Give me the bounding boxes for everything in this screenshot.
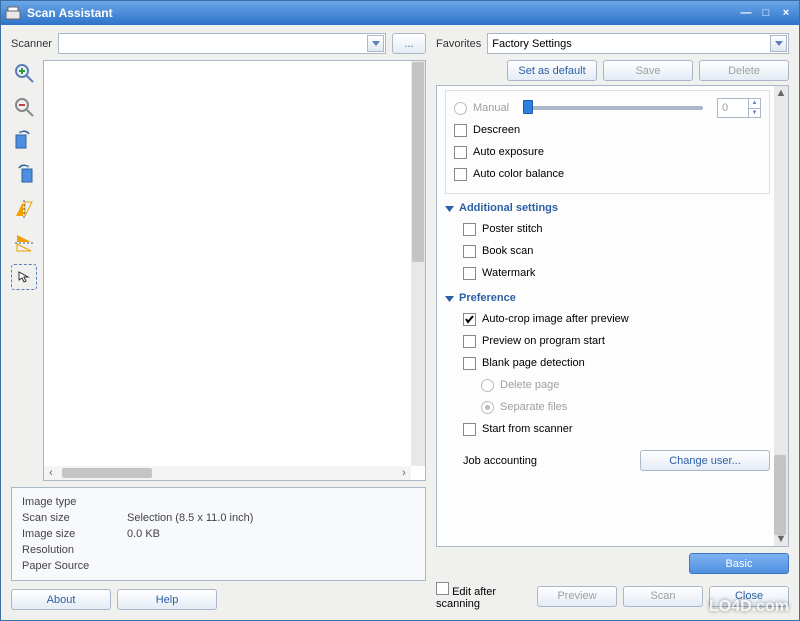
app-icon bbox=[5, 5, 21, 21]
settings-panel: Manual 0▲▼ Descreen Auto exposure Auto c… bbox=[436, 85, 789, 547]
preview-vertical-scrollbar[interactable] bbox=[411, 61, 425, 466]
preview-on-start-label: Preview on program start bbox=[482, 335, 605, 347]
watermark-checkbox[interactable] bbox=[463, 267, 476, 280]
watermark-label: Watermark bbox=[482, 267, 535, 279]
separate-files-radio bbox=[481, 401, 494, 414]
set-default-button[interactable]: Set as default bbox=[507, 60, 597, 81]
scan-size-label: Scan size bbox=[22, 512, 127, 524]
poster-stitch-checkbox[interactable] bbox=[463, 223, 476, 236]
basic-mode-button[interactable]: Basic bbox=[689, 553, 789, 574]
manual-radio bbox=[454, 102, 467, 115]
mirror-horizontal-icon[interactable] bbox=[11, 196, 37, 222]
close-button[interactable]: Close bbox=[709, 586, 789, 607]
titlebar: Scan Assistant — □ × bbox=[1, 1, 799, 25]
descreen-label: Descreen bbox=[473, 124, 520, 136]
manual-slider-knob[interactable] bbox=[523, 100, 533, 114]
settings-vertical-scrollbar[interactable]: ▲ ▼ bbox=[774, 86, 788, 546]
preview-horizontal-thumb[interactable] bbox=[62, 468, 152, 478]
start-from-scanner-checkbox[interactable] bbox=[463, 423, 476, 436]
rotate-right-icon[interactable] bbox=[11, 162, 37, 188]
auto-exposure-checkbox[interactable] bbox=[454, 146, 467, 159]
scan-size-value: Selection (8.5 x 11.0 inch) bbox=[127, 512, 253, 524]
maximize-button[interactable]: □ bbox=[757, 5, 775, 21]
scroll-left-arrow[interactable]: ‹ bbox=[46, 467, 56, 479]
auto-crop-label: Auto-crop image after preview bbox=[482, 313, 629, 325]
auto-crop-checkbox[interactable] bbox=[463, 313, 476, 326]
blank-page-checkbox[interactable] bbox=[463, 357, 476, 370]
help-button[interactable]: Help bbox=[117, 589, 217, 610]
settings-scroll-thumb[interactable] bbox=[774, 455, 786, 535]
paper-source-label: Paper Source bbox=[22, 560, 127, 572]
manual-label: Manual bbox=[473, 102, 509, 114]
auto-exposure-label: Auto exposure bbox=[473, 146, 544, 158]
preview-horizontal-scrollbar[interactable]: ‹ › bbox=[44, 466, 411, 480]
about-button[interactable]: About bbox=[11, 589, 111, 610]
window-title: Scan Assistant bbox=[27, 6, 735, 20]
save-favorite-button[interactable]: Save bbox=[603, 60, 693, 81]
rotate-left-icon[interactable] bbox=[11, 128, 37, 154]
scan-info-panel: Image type Scan sizeSelection (8.5 x 11.… bbox=[11, 487, 426, 581]
job-accounting-label: Job accounting bbox=[463, 455, 537, 467]
scroll-right-arrow[interactable]: › bbox=[399, 467, 409, 479]
change-user-button[interactable]: Change user... bbox=[640, 450, 770, 471]
auto-color-balance-label: Auto color balance bbox=[473, 168, 564, 180]
manual-slider[interactable] bbox=[523, 106, 703, 110]
image-size-value: 0.0 KB bbox=[127, 528, 160, 540]
spin-up-icon[interactable]: ▲ bbox=[749, 99, 760, 109]
edit-after-scanning-checkbox[interactable] bbox=[436, 582, 449, 595]
delete-page-label: Delete page bbox=[500, 379, 559, 391]
favorites-combo[interactable]: Factory Settings bbox=[487, 33, 789, 54]
preview-on-start-checkbox[interactable] bbox=[463, 335, 476, 348]
scanner-browse-button[interactable]: ... bbox=[392, 33, 426, 54]
poster-stitch-label: Poster stitch bbox=[482, 223, 543, 235]
delete-favorite-button[interactable]: Delete bbox=[699, 60, 789, 81]
favorites-dropdown-button[interactable] bbox=[770, 35, 787, 52]
blank-page-label: Blank page detection bbox=[482, 357, 585, 369]
scan-button[interactable]: Scan bbox=[623, 586, 703, 607]
preview-button[interactable]: Preview bbox=[537, 586, 617, 607]
additional-settings-header[interactable]: Additional settings bbox=[445, 202, 770, 214]
auto-color-balance-checkbox[interactable] bbox=[454, 168, 467, 181]
selection-tool-icon[interactable] bbox=[11, 264, 37, 290]
zoom-in-icon[interactable] bbox=[11, 60, 37, 86]
favorites-value: Factory Settings bbox=[492, 38, 571, 50]
book-scan-checkbox[interactable] bbox=[463, 245, 476, 258]
delete-page-radio bbox=[481, 379, 494, 392]
resolution-label: Resolution bbox=[22, 544, 127, 556]
spin-down-icon[interactable]: ▼ bbox=[749, 109, 760, 118]
preview-canvas[interactable]: ‹ › bbox=[43, 60, 426, 481]
favorites-label: Favorites bbox=[436, 38, 481, 50]
separate-files-label: Separate files bbox=[500, 401, 567, 413]
settings-scroll-up[interactable]: ▲ bbox=[775, 87, 787, 99]
scanner-combo[interactable] bbox=[58, 33, 386, 54]
close-window-button[interactable]: × bbox=[777, 5, 795, 21]
minimize-button[interactable]: — bbox=[737, 5, 755, 21]
preference-header[interactable]: Preference bbox=[445, 292, 770, 304]
manual-value-input[interactable]: 0▲▼ bbox=[717, 98, 761, 118]
adjustment-fieldset: Manual 0▲▼ Descreen Auto exposure Auto c… bbox=[445, 90, 770, 194]
scanner-dropdown-button[interactable] bbox=[367, 35, 384, 52]
descreen-checkbox[interactable] bbox=[454, 124, 467, 137]
image-size-label: Image size bbox=[22, 528, 127, 540]
zoom-out-icon[interactable] bbox=[11, 94, 37, 120]
settings-scroll-down[interactable]: ▼ bbox=[775, 533, 787, 545]
image-type-label: Image type bbox=[22, 496, 127, 508]
mirror-vertical-icon[interactable] bbox=[11, 230, 37, 256]
preview-vertical-thumb[interactable] bbox=[412, 62, 424, 262]
scanner-label: Scanner bbox=[11, 38, 52, 50]
start-from-scanner-label: Start from scanner bbox=[482, 423, 572, 435]
book-scan-label: Book scan bbox=[482, 245, 533, 257]
